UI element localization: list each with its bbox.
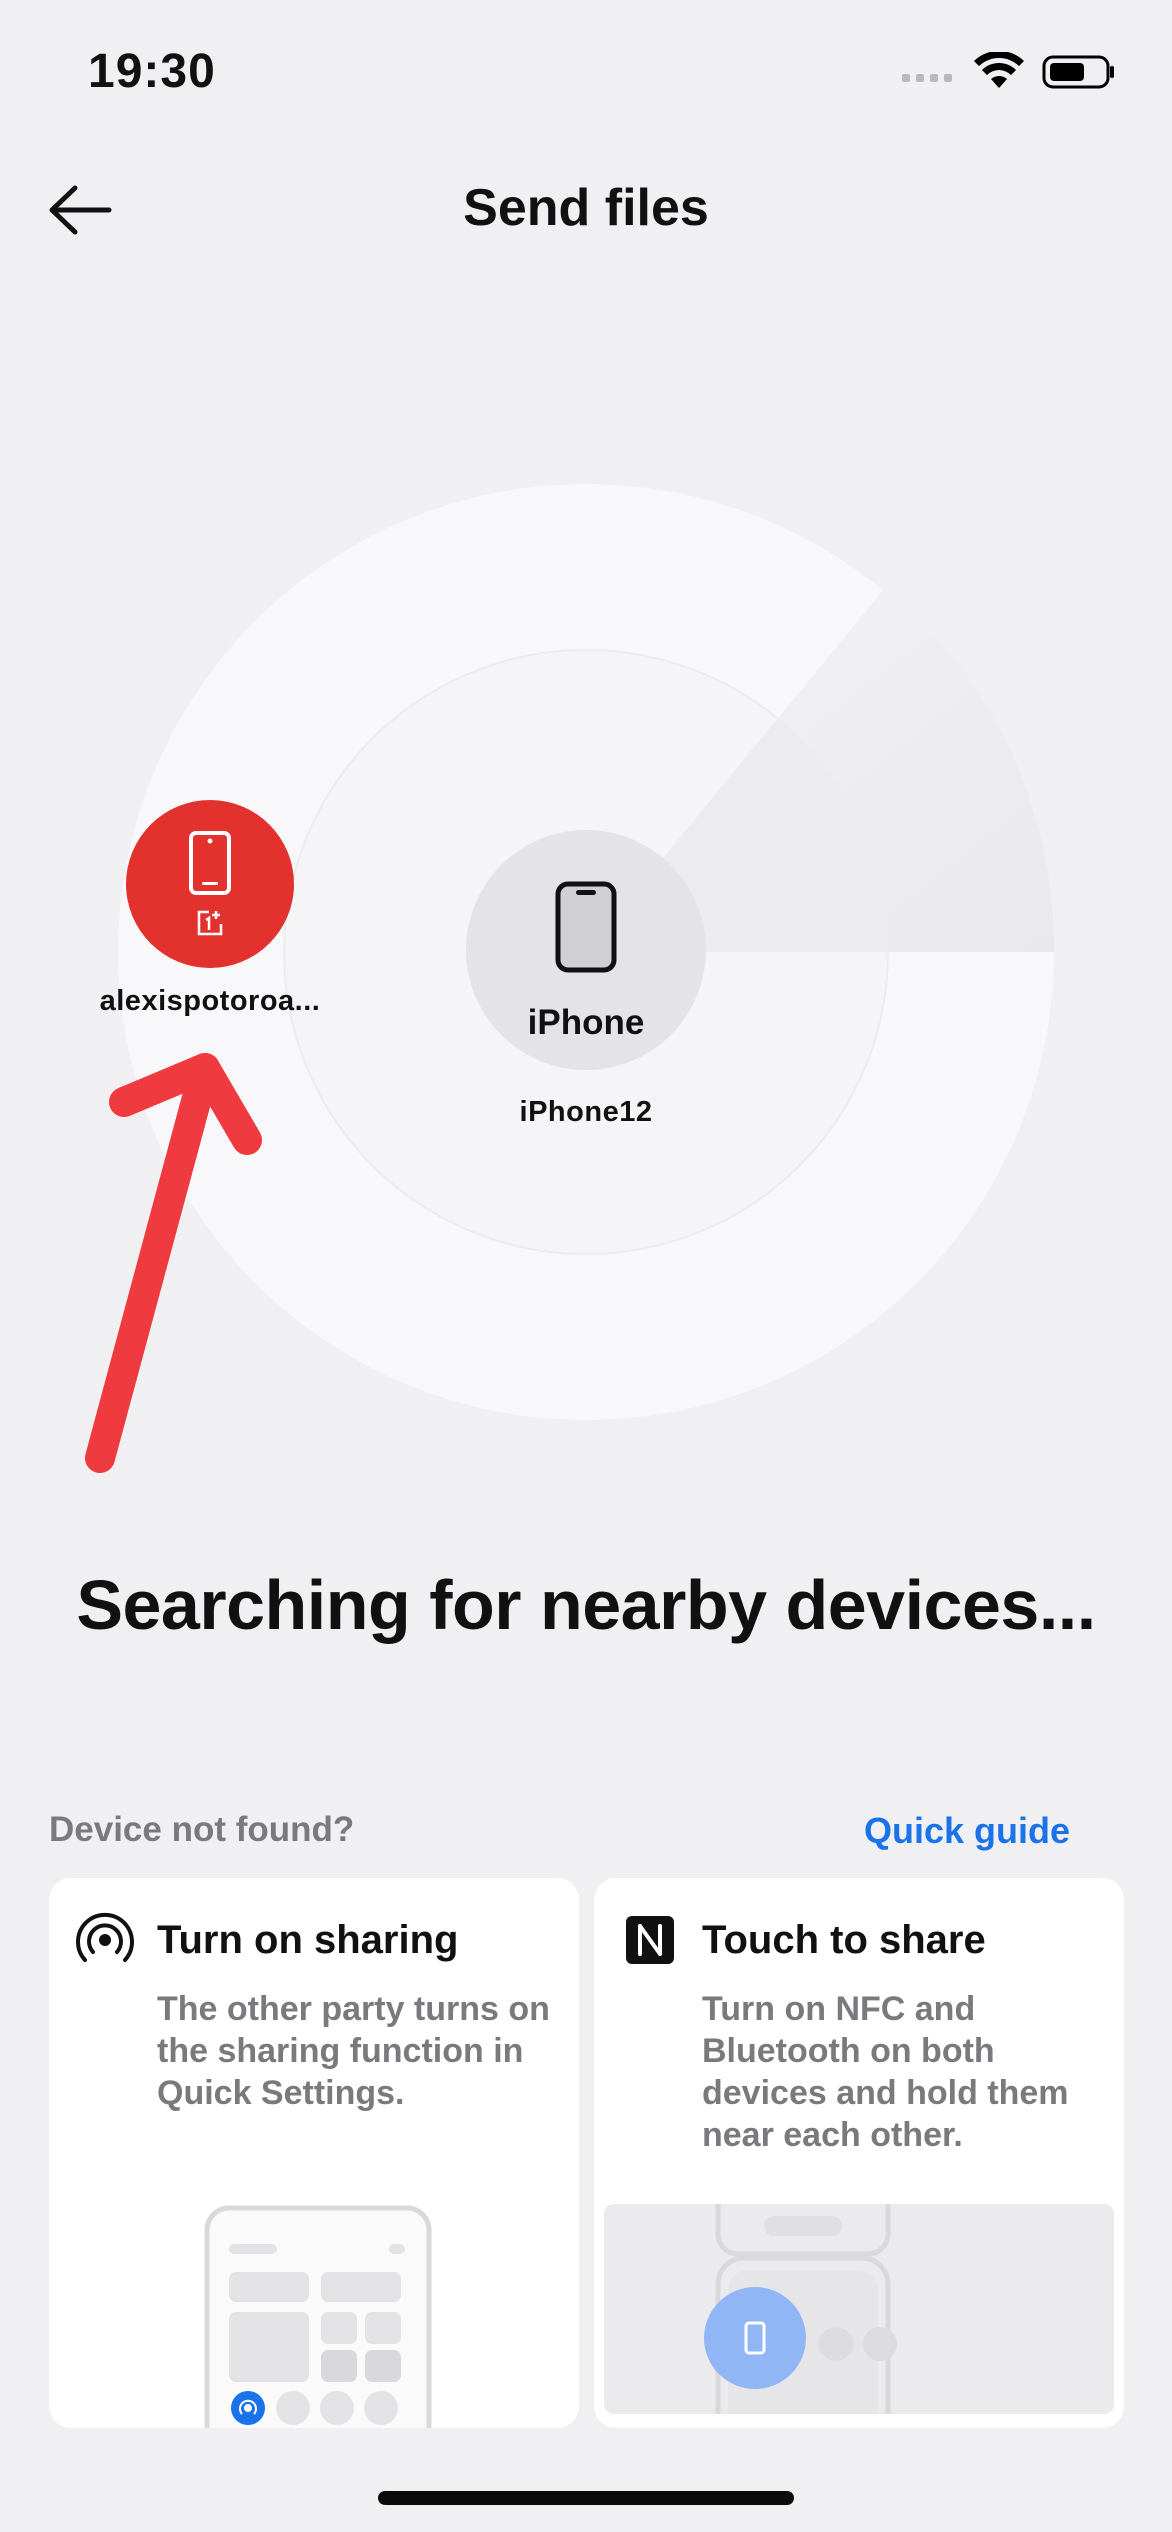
device-iphone-name: iPhone12 xyxy=(519,1096,653,1128)
card-title: Touch to share xyxy=(702,1918,986,1962)
card-turn-on-sharing: Turn on sharing The other party turns on… xyxy=(49,1878,579,2428)
quick-settings-illustration xyxy=(204,2205,432,2428)
status-time: 19:30 xyxy=(88,45,216,98)
card-description: Turn on NFC and Bluetooth on both device… xyxy=(702,1990,1069,2154)
oneplus-logo-icon xyxy=(197,910,223,936)
status-icons xyxy=(902,52,1116,92)
card-description: The other party turns on the sharing fun… xyxy=(157,1990,550,2112)
phone-icon xyxy=(189,831,231,895)
iphone-icon xyxy=(555,881,617,973)
device-oneplus[interactable] xyxy=(126,800,294,968)
card-touch-to-share: Touch to share Turn on NFC and Bluetooth… xyxy=(594,1878,1124,2428)
sharing-icon xyxy=(76,1912,134,1962)
device-iphone-label: iPhone xyxy=(527,1003,645,1042)
nfc-touch-illustration xyxy=(604,2204,1114,2414)
quick-guide-link[interactable]: Quick guide xyxy=(864,1810,1070,1852)
home-indicator[interactable] xyxy=(378,2491,794,2505)
card-title: Turn on sharing xyxy=(157,1918,459,1962)
device-not-found-label: Device not found? xyxy=(49,1810,355,1849)
wifi-icon xyxy=(974,52,1024,88)
page-title: Send files xyxy=(463,179,709,237)
signal-icon xyxy=(902,74,952,82)
device-oneplus-name: alexispotoroa... xyxy=(99,985,321,1017)
battery-icon xyxy=(1042,55,1114,89)
nfc-icon xyxy=(626,1916,674,1964)
searching-status: Searching for nearby devices... xyxy=(76,1566,1096,1644)
